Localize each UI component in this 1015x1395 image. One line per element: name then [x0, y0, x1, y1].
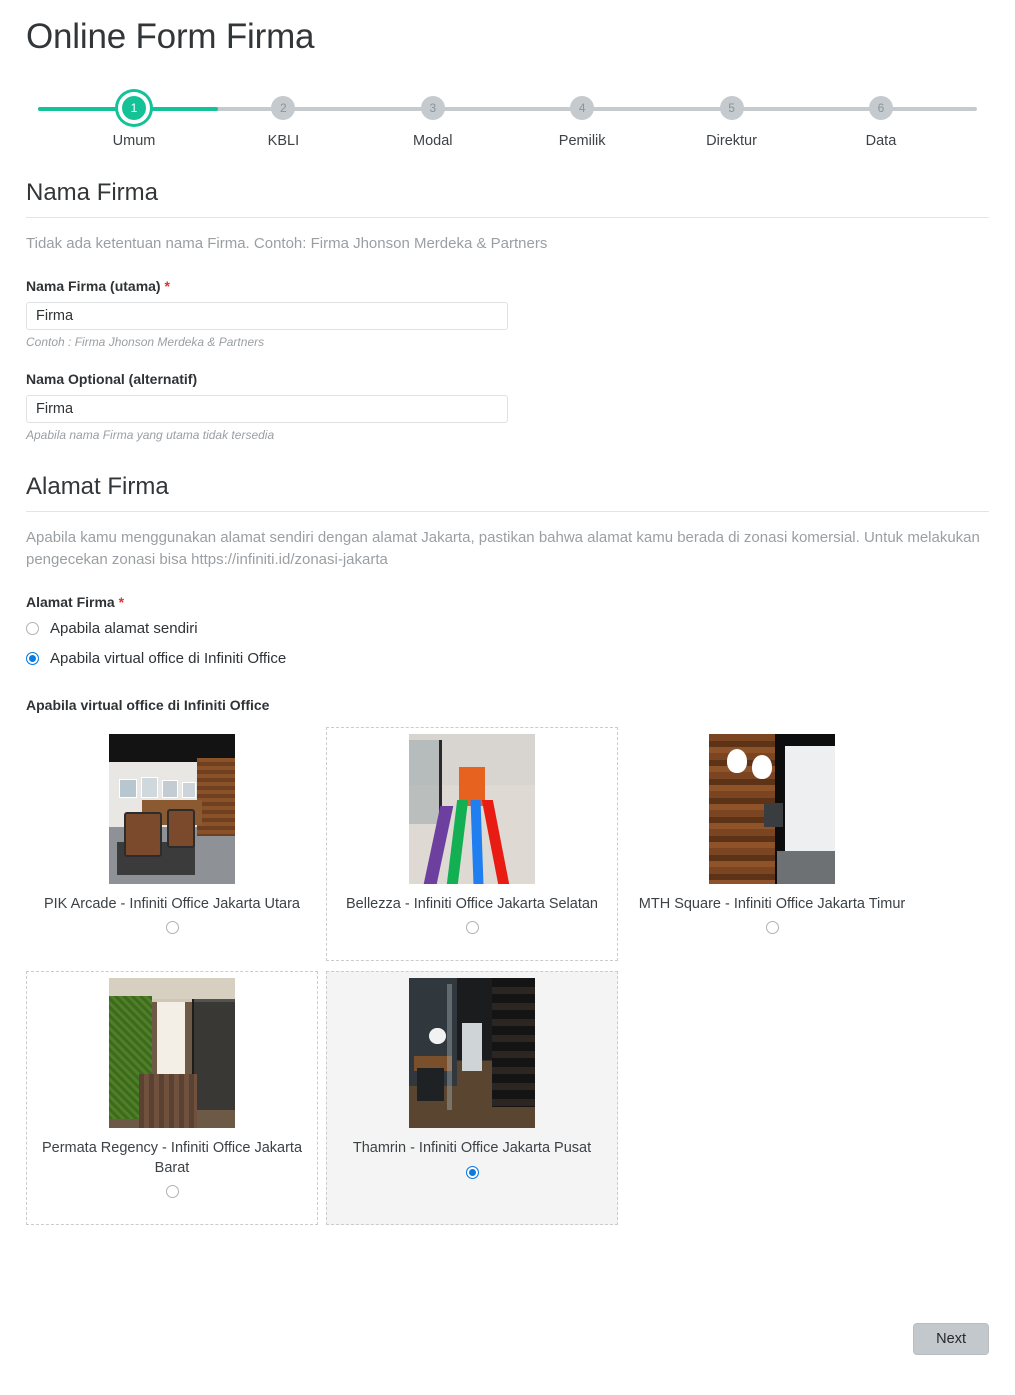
office-photo-thamrin	[409, 978, 535, 1129]
step-label-umum: Umum	[112, 133, 156, 149]
step-item-kbli[interactable]: 2 KBLI	[233, 86, 333, 149]
progress-stepper: 1 Umum 2 KBLI 3 Modal 4 Pemilik 5 Direkt…	[26, 86, 989, 149]
office-photo-pik-arcade	[109, 733, 235, 884]
label-nama-firma-utama: Nama Firma (utama) *	[26, 278, 989, 294]
step-label-direktur: Direktur	[706, 133, 757, 149]
office-card-mth-square[interactable]: MTH Square - Infiniti Office Jakarta Tim…	[626, 727, 918, 962]
section-heading-alamat-firma: Alamat Firma	[26, 472, 169, 500]
step-number-1: 1	[122, 96, 146, 120]
step-number-5: 5	[719, 96, 744, 120]
group-label-virtual-office: Apabila virtual office di Infiniti Offic…	[26, 696, 270, 713]
step-item-data[interactable]: 6 Data	[831, 86, 931, 149]
form-footer: Next	[913, 1323, 989, 1355]
office-title-bellezza: Bellezza - Infiniti Office Jakarta Selat…	[346, 895, 598, 912]
office-radio-mth-square[interactable]	[765, 921, 779, 935]
office-radio-pik-arcade[interactable]	[165, 921, 179, 935]
step-label-kbli: KBLI	[267, 133, 300, 149]
radio-icon-alamat-sendiri[interactable]	[26, 621, 39, 635]
office-title-permata-regency: Permata Regency - Infiniti Office Jakart…	[41, 1140, 303, 1176]
step-number-6: 6	[868, 96, 893, 120]
step-label-pemilik: Pemilik	[558, 133, 606, 149]
label-nama-optional: Nama Optional (alternatif)	[26, 370, 198, 387]
field-nama-firma-utama: Nama Firma (utama) * Contoh : Firma Jhon…	[26, 278, 989, 349]
label-text-alamat-firma: Alamat Firma	[26, 593, 115, 610]
office-card-bellezza[interactable]: Bellezza - Infiniti Office Jakarta Selat…	[326, 726, 618, 962]
virtual-office-card-grid: PIK Arcade - Infiniti Office Jakarta Uta…	[26, 726, 989, 1236]
radio-icon-virtual-office[interactable]	[26, 651, 39, 665]
office-radio-permata-regency[interactable]	[165, 1185, 179, 1199]
office-title-mth-square: MTH Square - Infiniti Office Jakarta Tim…	[638, 895, 906, 912]
step-item-pemilik[interactable]: 4 Pemilik	[532, 86, 632, 149]
step-label-data: Data	[865, 133, 897, 149]
radio-option-virtual-office[interactable]: Apabila virtual office di Infiniti Offic…	[26, 650, 989, 667]
form-page: Online Form Firma 1 Umum 2 KBLI 3 Modal …	[0, 16, 1015, 1235]
next-button[interactable]: Next	[913, 1323, 989, 1355]
office-title-thamrin: Thamrin - Infiniti Office Jakarta Pusat	[352, 1140, 592, 1157]
required-asterisk-alamat-firma: *	[118, 593, 125, 610]
radio-label-virtual-office: Apabila virtual office di Infiniti Offic…	[50, 649, 287, 667]
section-divider-alamat-firma	[26, 510, 989, 512]
office-radio-thamrin[interactable]	[465, 1165, 479, 1179]
step-number-4: 4	[570, 96, 595, 120]
office-title-pik-arcade: PIK Arcade - Infiniti Office Jakarta Uta…	[43, 895, 300, 912]
office-radio-bellezza[interactable]	[465, 921, 479, 935]
radio-group-alamat-firma: Apabila alamat sendiri Apabila virtual o…	[26, 620, 989, 667]
step-item-modal[interactable]: 3 Modal	[383, 86, 483, 149]
input-nama-optional[interactable]	[26, 394, 508, 423]
section-description-alamat-firma: Apabila kamu menggunakan alamat sendiri …	[26, 528, 980, 569]
office-card-thamrin[interactable]: Thamrin - Infiniti Office Jakarta Pusat	[326, 971, 618, 1226]
step-item-direktur[interactable]: 5 Direktur	[682, 86, 782, 149]
field-alamat-firma: Alamat Firma * Apabila alamat sendiri Ap…	[26, 594, 989, 667]
field-nama-optional: Nama Optional (alternatif) Apabila nama …	[26, 371, 989, 442]
office-card-pik-arcade[interactable]: PIK Arcade - Infiniti Office Jakarta Uta…	[26, 727, 318, 962]
step-number-2: 2	[271, 96, 296, 120]
office-photo-mth-square	[709, 733, 835, 884]
office-card-permata-regency[interactable]: Permata Regency - Infiniti Office Jakart…	[26, 971, 318, 1226]
stepper-steps: 1 Umum 2 KBLI 3 Modal 4 Pemilik 5 Direkt…	[26, 86, 989, 149]
page-title: Online Form Firma	[26, 17, 315, 56]
office-photo-permata-regency	[109, 978, 235, 1129]
office-photo-bellezza	[409, 733, 535, 884]
step-item-umum[interactable]: 1 Umum	[84, 86, 184, 149]
section-description-nama-firma: Tidak ada ketentuan nama Firma. Contoh: …	[26, 235, 548, 252]
step-label-modal: Modal	[413, 133, 453, 149]
label-alamat-firma: Alamat Firma *	[26, 594, 989, 610]
hint-nama-firma-utama: Contoh : Firma Jhonson Merdeka & Partner…	[26, 334, 265, 349]
hint-nama-optional: Apabila nama Firma yang utama tidak ters…	[26, 427, 275, 442]
input-nama-firma-utama[interactable]	[26, 301, 508, 330]
radio-option-alamat-sendiri[interactable]: Apabila alamat sendiri	[26, 620, 989, 637]
step-number-3: 3	[420, 96, 445, 120]
required-asterisk-nama-firma-utama: *	[164, 277, 170, 294]
section-divider-nama-firma	[26, 217, 989, 218]
label-text-nama-firma-utama: Nama Firma (utama)	[26, 277, 161, 294]
section-heading-nama-firma: Nama Firma	[26, 179, 159, 206]
radio-label-alamat-sendiri: Apabila alamat sendiri	[50, 619, 198, 637]
